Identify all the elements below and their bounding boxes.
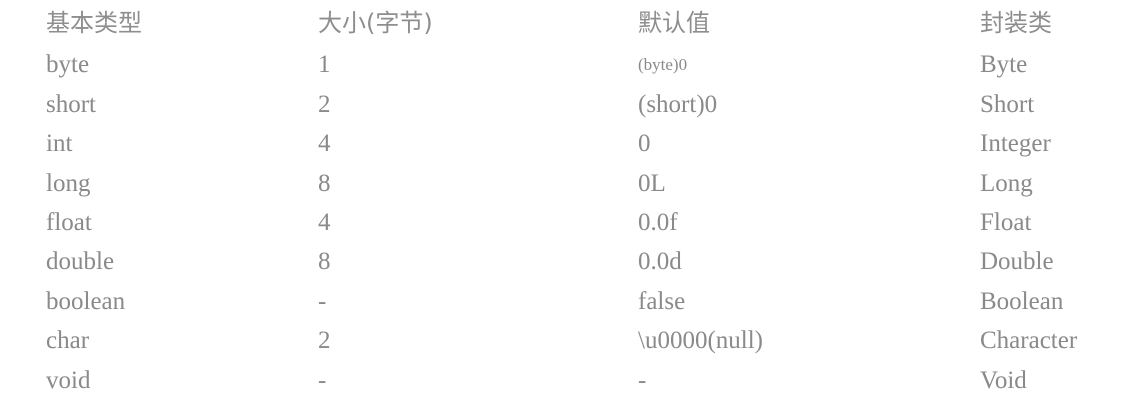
size-cell: 8 — [318, 170, 331, 197]
table-row: boolean - false Boolean — [0, 282, 1134, 321]
default-cell: 0.0d — [638, 248, 682, 275]
size-cell: 4 — [318, 209, 331, 236]
table-row: double 8 0.0d Double — [0, 242, 1134, 281]
default-cell: false — [638, 288, 686, 315]
wrapper-cell: Float — [980, 209, 1032, 236]
table-row: void - - Void — [0, 361, 1134, 400]
table-row: byte 1 (byte)0 Byte — [0, 45, 1134, 84]
wrapper-cell: Integer — [980, 130, 1051, 157]
size-cell: - — [318, 367, 327, 394]
table-row: char 2 \u0000(null) Character — [0, 321, 1134, 360]
wrapper-cell: Character — [980, 327, 1078, 354]
default-cell: (short)0 — [638, 91, 718, 118]
type-cell: char — [46, 327, 90, 354]
wrapper-cell: Boolean — [980, 288, 1064, 315]
type-cell: double — [46, 248, 115, 275]
wrapper-cell: Void — [980, 367, 1027, 394]
size-cell: 1 — [318, 51, 331, 78]
size-cell: - — [318, 288, 327, 315]
default-cell: \u0000(null) — [638, 327, 763, 354]
table-row: int 4 0 Integer — [0, 124, 1134, 163]
type-cell: float — [46, 209, 92, 236]
default-cell: 0 — [638, 130, 651, 157]
type-cell: boolean — [46, 288, 126, 315]
header-size-bytes: 大小(字节) — [318, 9, 433, 37]
type-cell: int — [46, 130, 73, 157]
type-cell: short — [46, 91, 96, 118]
header-default-value: 默认值 — [638, 9, 710, 37]
default-cell: 0L — [638, 170, 666, 197]
size-cell: 2 — [318, 327, 331, 354]
wrapper-cell: Byte — [980, 51, 1028, 78]
wrapper-cell: Double — [980, 248, 1054, 275]
wrapper-cell: Long — [980, 170, 1033, 197]
wrapper-cell: Short — [980, 91, 1035, 118]
table-row: short 2 (short)0 Short — [0, 85, 1134, 124]
type-cell: byte — [46, 51, 90, 78]
size-cell: 8 — [318, 248, 331, 275]
default-cell: 0.0f — [638, 209, 678, 236]
default-cell: (byte)0 — [638, 55, 688, 74]
header-primitive-type: 基本类型 — [46, 9, 142, 37]
primitive-types-table: 基本类型 大小(字节) 默认值 封装类 byte 1 (byte)0 Byte … — [0, 0, 1134, 406]
type-cell: long — [46, 170, 91, 197]
header-wrapper-class: 封装类 — [980, 9, 1052, 37]
table-row: long 8 0L Long — [0, 164, 1134, 203]
default-cell: - — [638, 367, 647, 394]
table-row: float 4 0.0f Float — [0, 203, 1134, 242]
type-cell: void — [46, 367, 91, 394]
table-header-row: 基本类型 大小(字节) 默认值 封装类 — [0, 4, 1134, 43]
size-cell: 4 — [318, 130, 331, 157]
size-cell: 2 — [318, 91, 331, 118]
